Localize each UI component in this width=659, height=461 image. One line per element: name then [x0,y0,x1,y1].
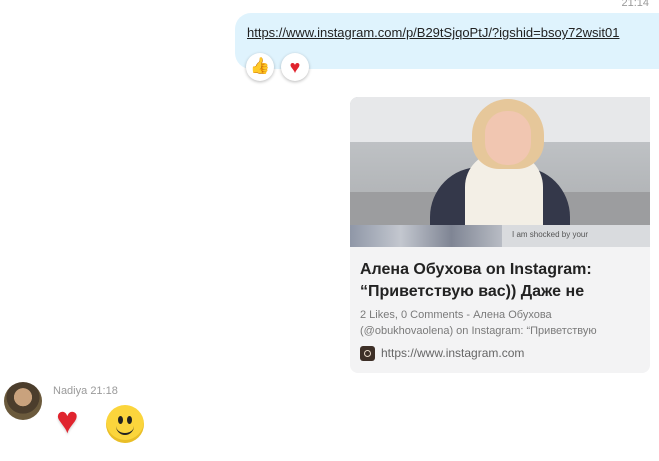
message-timestamp: 21:14 [621,0,649,9]
link-preview-card[interactable]: I am shocked by your Алена Обухова on In… [350,97,650,373]
preview-image: I am shocked by your [350,97,650,247]
smile-emoticon-icon[interactable] [106,405,144,443]
heart-icon[interactable]: ♥ [281,53,309,81]
thumbs-up-icon[interactable]: 👍 [246,53,274,81]
preview-source[interactable]: https://www.instagram.com [360,344,524,362]
sender-time: 21:18 [90,385,118,397]
avatar[interactable] [4,382,42,420]
sender-name: Nadiya [53,385,88,397]
heart-emoticon-icon[interactable]: ♥ [56,402,94,440]
instagram-link[interactable]: https://www.instagram.com/p/B29tSjqoPtJ/… [247,25,620,40]
instagram-icon [360,345,375,361]
sender-meta: Nadiya 21:18 [53,385,118,397]
preview-image-caption: I am shocked by your [512,230,589,239]
preview-description: 2 Likes, 0 Comments - Алена Обухова (@ob… [360,309,597,337]
preview-title: Алена Обухова on Instagram: “Приветствую… [360,261,592,300]
preview-source-url: https://www.instagram.com [381,346,525,360]
